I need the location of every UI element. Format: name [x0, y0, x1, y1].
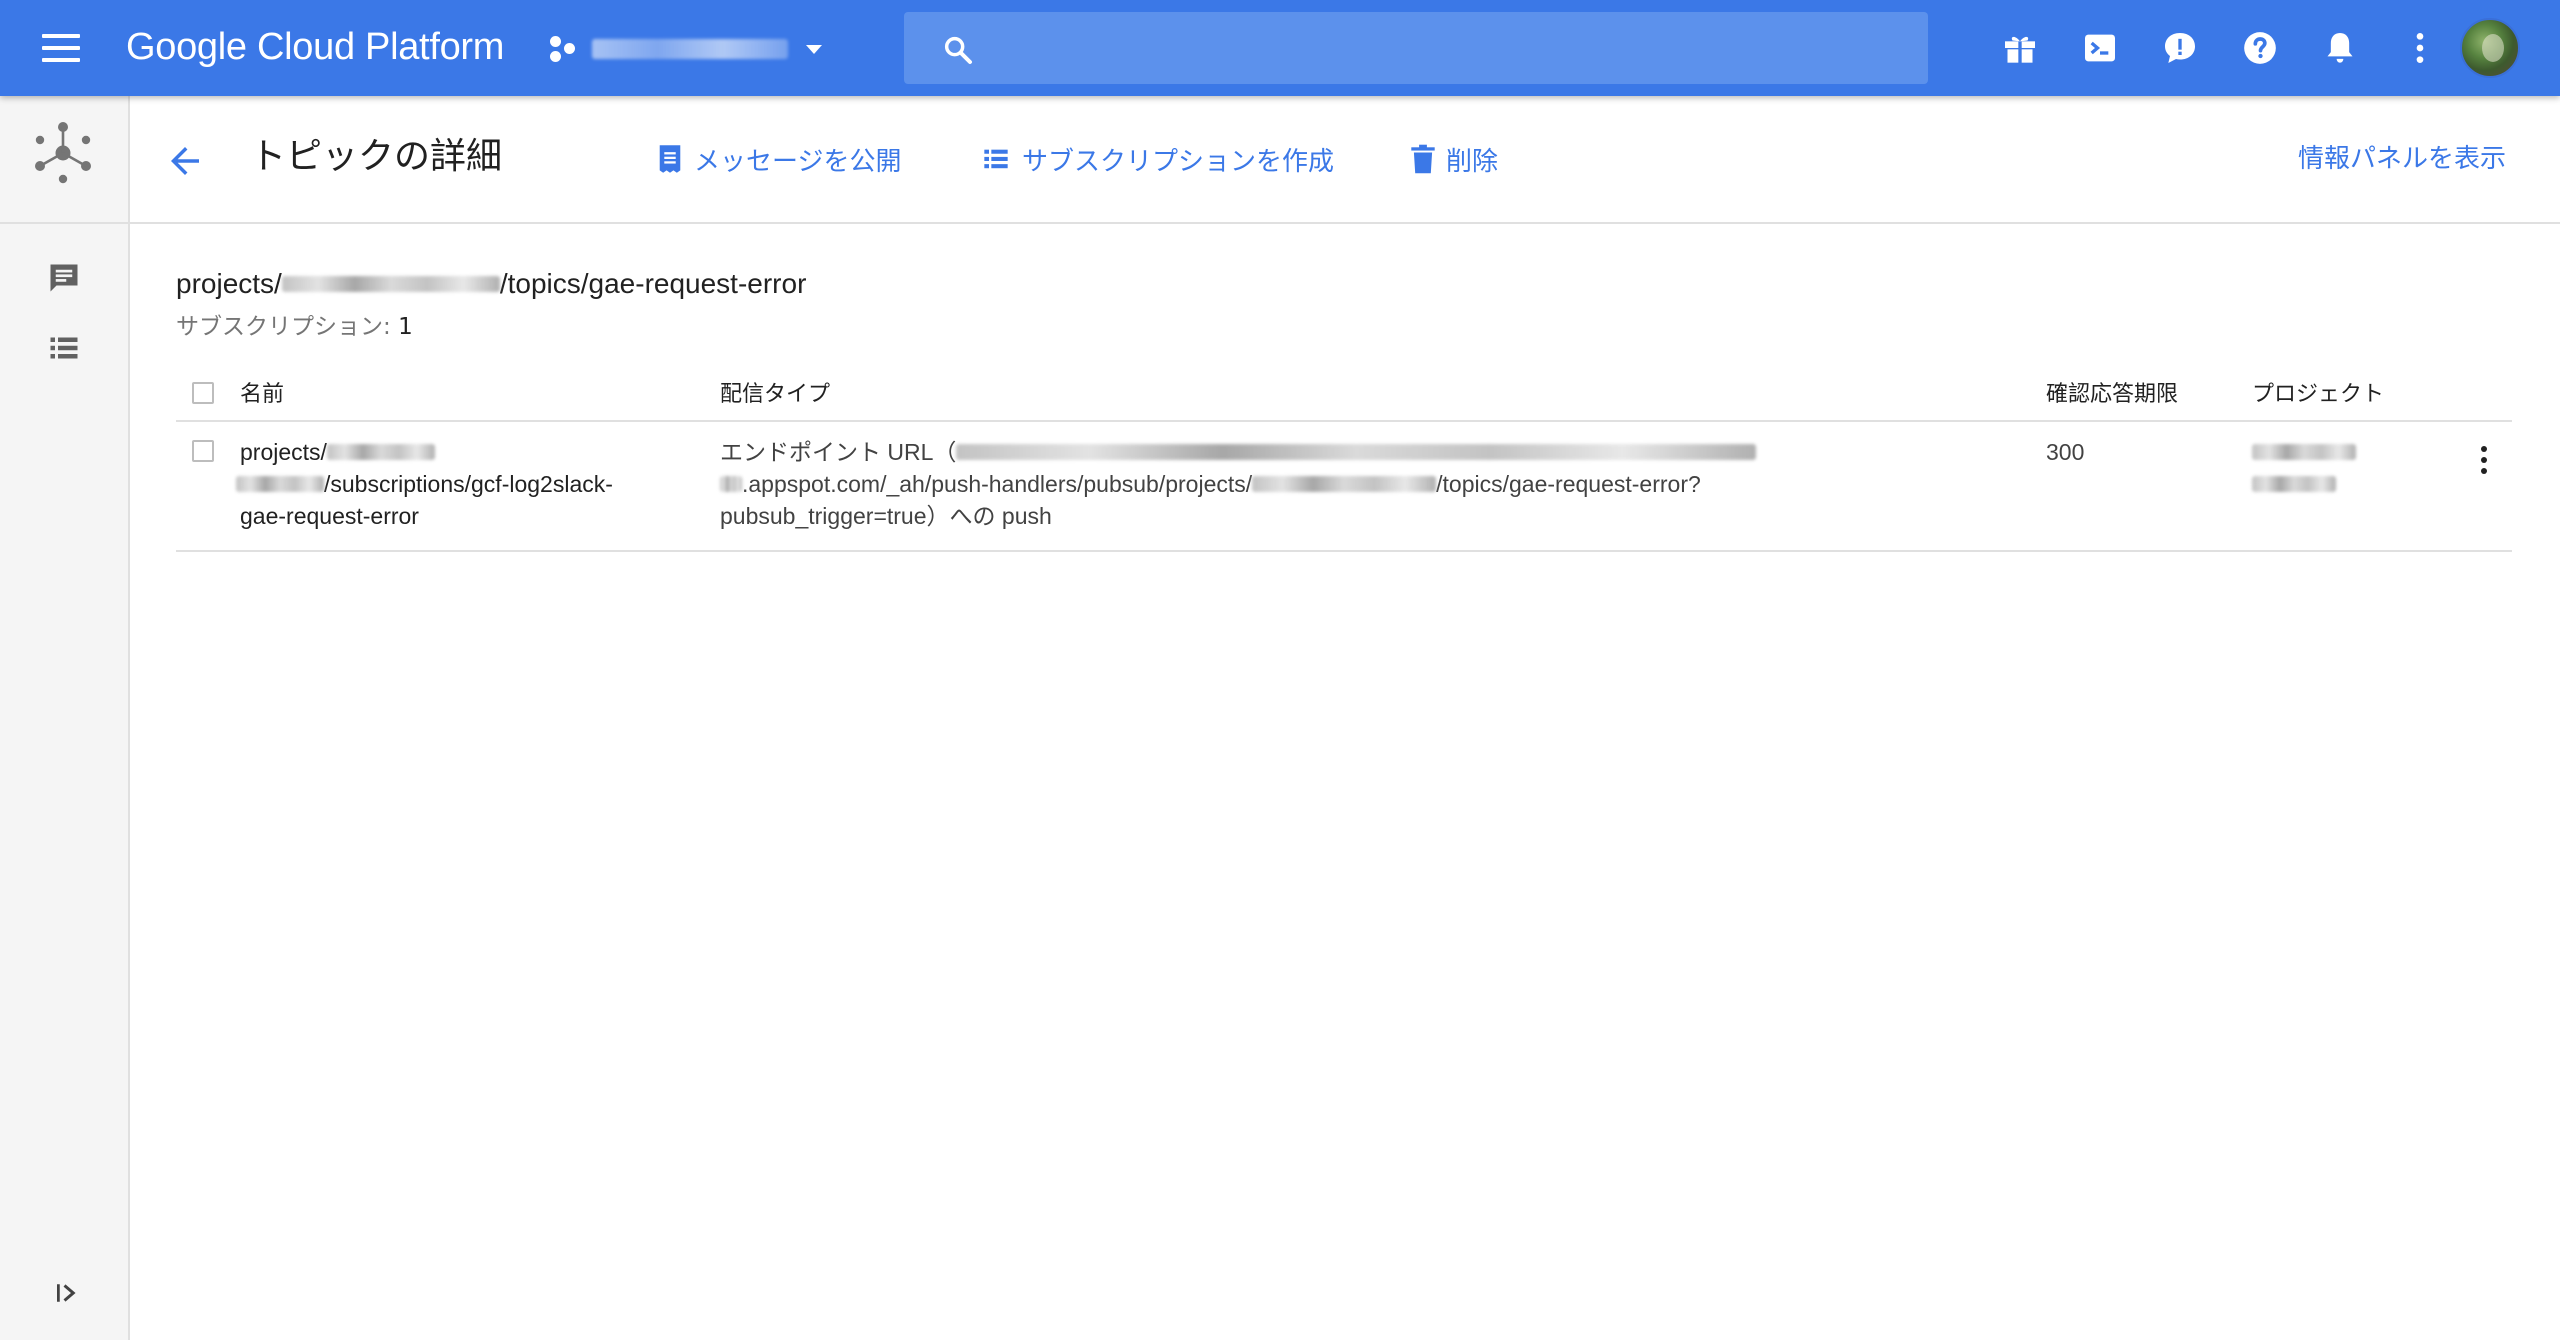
publish-icon — [659, 145, 681, 173]
create-subscription-button[interactable]: サブスクリプションを作成 — [980, 136, 1334, 182]
delivery-line2a: .appspot.com/_ah/push-handlers/pubsub/pr… — [742, 471, 1253, 497]
publish-message-label: メッセージを公開 — [694, 146, 902, 177]
redacted-text — [1252, 476, 1437, 492]
top-app-bar: Google Cloud Platform — [0, 0, 2560, 96]
redacted-text — [720, 476, 742, 492]
redacted-text — [326, 444, 435, 460]
subscription-name-line1: projects/ — [240, 439, 327, 465]
row-more-vert-icon[interactable] — [2470, 440, 2500, 480]
column-header-name[interactable]: 名前 — [240, 382, 284, 408]
left-rail — [0, 96, 130, 1340]
project-picker[interactable] — [548, 28, 822, 70]
topic-path: projects/ /topics/gae-request-error — [176, 264, 806, 304]
redacted-endpoint — [956, 444, 1757, 460]
subscription-count-label: サブスクリプション: — [176, 314, 399, 340]
expand-rail-icon[interactable] — [52, 1278, 82, 1308]
bell-icon[interactable] — [2320, 28, 2360, 68]
search-bar[interactable] — [904, 12, 1928, 84]
subscription-name-line3: gae-request-error — [240, 503, 419, 529]
chevron-down-icon — [806, 44, 822, 54]
subscriptions-list-icon[interactable] — [46, 330, 82, 366]
delete-label: 削除 — [1446, 146, 1499, 177]
delivery-line1: エンドポイント URL（ — [720, 439, 957, 465]
subscription-count: サブスクリプション: 1 — [176, 310, 413, 344]
project-icon — [548, 34, 578, 64]
show-info-panel-link[interactable]: 情報パネルを表示 — [2298, 136, 2506, 182]
subscription-name[interactable]: projects/ /subscriptions/gcf-log2slack- … — [236, 436, 680, 532]
column-header-project[interactable]: プロジェクト — [2252, 382, 2384, 408]
project-cell — [2252, 436, 2412, 500]
publish-message-button[interactable]: メッセージを公開 — [656, 136, 901, 182]
project-id-redacted — [281, 276, 500, 292]
subscription-count-value: 1 — [398, 314, 413, 340]
select-all-checkbox[interactable] — [192, 382, 214, 404]
page-title: トピックの詳細 — [250, 136, 503, 177]
create-subscription-label: サブスクリプションを作成 — [1022, 146, 1335, 177]
delivery-line3: pubsub_trigger=true）への push — [720, 503, 1052, 529]
topic-path-prefix: projects/ — [176, 268, 282, 299]
feedback-icon[interactable] — [2160, 28, 2200, 68]
column-header-ack-deadline[interactable]: 確認応答期限 — [2046, 382, 2178, 408]
redacted-project — [2252, 476, 2336, 492]
search-input[interactable] — [994, 12, 1914, 84]
rail-divider — [0, 222, 128, 224]
terminal-icon[interactable] — [2080, 28, 2120, 68]
list-icon — [984, 149, 1008, 169]
back-arrow-icon[interactable] — [164, 140, 206, 182]
redacted-text — [236, 476, 324, 492]
search-icon — [944, 36, 972, 64]
redacted-project — [2252, 444, 2356, 460]
table-row: projects/ /subscriptions/gcf-log2slack- … — [176, 422, 2512, 552]
delivery-type: エンドポイント URL（ .appspot.com/_ah/push-handl… — [720, 436, 1800, 532]
table-header: 名前 配信タイプ 確認応答期限 プロジェクト — [176, 366, 2512, 422]
page-header: トピックの詳細 メッセージを公開 サブスクリプションを作成 削除 情報パネルを表… — [130, 96, 2560, 224]
subscription-name-line2: /subscriptions/gcf-log2slack- — [324, 471, 613, 497]
menu-icon[interactable] — [36, 28, 92, 68]
topics-icon[interactable] — [46, 260, 82, 296]
brand-title[interactable]: Google Cloud Platform — [126, 22, 504, 72]
pubsub-logo-icon[interactable] — [30, 120, 96, 186]
more-vert-icon[interactable] — [2400, 28, 2440, 68]
delivery-line2b: /topics/gae-request-error? — [1436, 471, 1701, 497]
project-name-redacted — [592, 39, 788, 59]
gift-icon[interactable] — [2000, 28, 2040, 68]
row-checkbox[interactable] — [192, 440, 214, 462]
column-header-delivery[interactable]: 配信タイプ — [720, 382, 830, 408]
help-icon[interactable] — [2240, 28, 2280, 68]
topic-path-suffix: /topics/gae-request-error — [499, 268, 807, 299]
trash-icon — [1411, 144, 1435, 174]
avatar[interactable] — [2460, 18, 2520, 78]
ack-deadline: 300 — [2046, 439, 2085, 465]
delete-button[interactable]: 削除 — [1410, 136, 1498, 182]
